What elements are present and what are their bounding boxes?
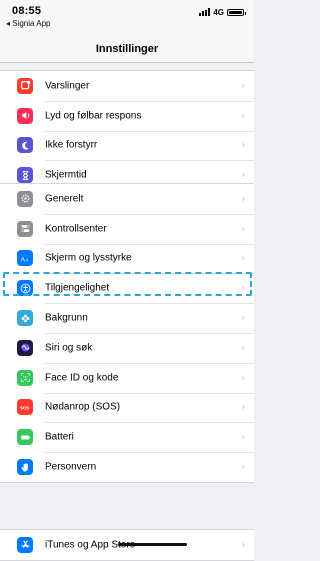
settings-row-label: Face ID og kode — [45, 372, 119, 384]
flower-icon — [17, 310, 33, 327]
gear-icon — [17, 190, 33, 207]
battery-icon — [17, 429, 33, 446]
settings-row-label: Personvern — [45, 461, 97, 473]
navigation-bar: Innstillinger — [0, 34, 254, 63]
back-to-app-link[interactable]: ◂ Signia App — [6, 19, 51, 28]
settings-row-gear[interactable]: Generelt › — [0, 184, 254, 214]
settings-row-text-size[interactable]: A A Skjerm og lysstyrke › — [0, 243, 254, 274]
settings-row-sos[interactable]: SOS Nødanrop (SOS) › — [0, 392, 254, 423]
toggles-icon — [17, 220, 33, 237]
notifications-icon — [17, 77, 33, 94]
settings-row-sound[interactable]: Lyd og følbar respons › — [0, 100, 254, 131]
chevron-right-icon: › — [241, 169, 245, 181]
signal-icon — [199, 8, 211, 16]
settings-row-label: Skjermtid — [45, 169, 87, 181]
battery-status-icon — [227, 8, 246, 16]
home-indicator — [118, 543, 187, 546]
sound-icon — [17, 107, 33, 124]
page-title: Innstillinger — [95, 43, 159, 55]
chevron-right-icon: › — [241, 431, 245, 443]
settings-row-label: Siri og søk — [45, 342, 93, 354]
chevron-right-icon: › — [241, 372, 245, 384]
chevron-right-icon: › — [241, 80, 245, 92]
sos-icon: SOS — [17, 399, 33, 416]
settings-row-moon[interactable]: Ikke forstyrr › — [0, 130, 254, 161]
chevron-right-icon: › — [241, 282, 245, 294]
settings-row-label: Lyd og følbar respons — [45, 110, 142, 122]
chevron-right-icon: › — [241, 252, 245, 264]
chevron-right-icon: › — [241, 461, 245, 473]
settings-row-label: Generelt — [45, 193, 84, 205]
svg-text:A: A — [25, 258, 29, 263]
settings-row-label: Kontrollsenter — [45, 223, 107, 235]
status-time: 08:55 — [12, 5, 42, 17]
settings-row-label: Ikke forstyrr — [45, 139, 98, 151]
settings-row-face-id[interactable]: Face ID og kode › — [0, 362, 254, 393]
chevron-right-icon: › — [241, 342, 245, 354]
settings-row-label: Batteri — [45, 431, 74, 443]
chevron-right-icon: › — [241, 401, 245, 413]
accessibility-icon — [17, 280, 33, 297]
settings-group-general: Generelt › Kontrollsenter › A A Skjerm og lyss… — [0, 183, 254, 483]
chevron-right-icon: › — [241, 312, 245, 324]
settings-group-notifications: Varslinger › Lyd og følbar respons › Ikke fo… — [0, 70, 254, 192]
settings-row-label: Tilgjengelighet — [45, 282, 110, 294]
hourglass-icon — [17, 167, 33, 184]
face-id-icon — [17, 369, 33, 386]
chevron-right-icon: › — [241, 139, 245, 151]
settings-row-label: Nødanrop (SOS) — [45, 401, 121, 413]
hand-icon — [17, 459, 33, 476]
text-size-icon: AA — [17, 250, 33, 267]
settings-row-battery[interactable]: Batteri › — [0, 422, 254, 452]
chevron-right-icon: › — [241, 193, 245, 205]
settings-row-toggles[interactable]: Kontrollsenter › — [0, 213, 254, 244]
settings-row-label: Varslinger — [45, 80, 90, 92]
settings-row-siri[interactable]: Siri og søk › — [0, 332, 254, 363]
settings-row-accessibility[interactable]: Tilgjengelighet › — [0, 273, 254, 303]
settings-row-flower[interactable]: Bakgrunn › — [0, 303, 254, 333]
status-bar: 08:55 ◂ Signia App 4G — [0, 0, 254, 34]
chevron-right-icon: › — [241, 223, 245, 235]
network-type: 4G — [213, 7, 224, 17]
settings-row-notifications[interactable]: Varslinger › — [0, 71, 254, 101]
siri-icon — [17, 339, 33, 356]
settings-row-hand[interactable]: Personvern › — [0, 452, 254, 482]
status-indicators: 4G — [199, 7, 246, 17]
svg-text:SOS: SOS — [20, 406, 29, 411]
app-store-icon — [17, 536, 33, 553]
settings-row-label: Skjerm og lysstyrke — [45, 252, 132, 264]
moon-icon — [17, 137, 33, 154]
settings-row-label: Bakgrunn — [45, 312, 88, 324]
chevron-right-icon: › — [241, 110, 245, 122]
